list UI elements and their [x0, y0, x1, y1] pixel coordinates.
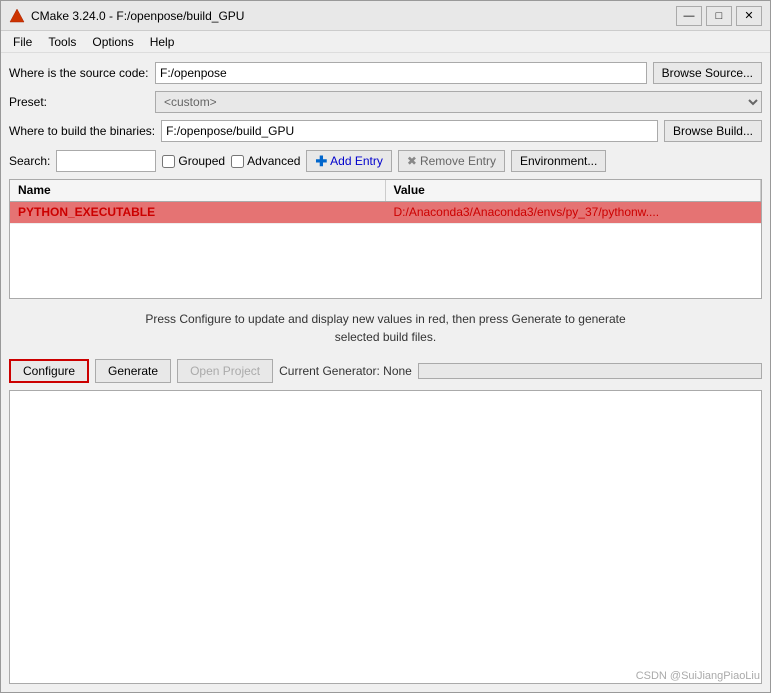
- add-plus-icon: ✚: [315, 153, 327, 170]
- advanced-checkbox[interactable]: [231, 155, 244, 168]
- maximize-button[interactable]: □: [706, 6, 732, 26]
- minimize-button[interactable]: —: [676, 6, 702, 26]
- build-label: Where to build the binaries:: [9, 124, 155, 138]
- content-area: Where is the source code: Browse Source.…: [1, 53, 770, 692]
- output-area[interactable]: [9, 390, 762, 684]
- window-content: Where is the source code: Browse Source.…: [1, 53, 770, 692]
- close-button[interactable]: ✕: [736, 6, 762, 26]
- add-entry-label: Add Entry: [330, 154, 383, 168]
- table-row[interactable]: PYTHON_EXECUTABLE D:/Anaconda3/Anaconda3…: [10, 202, 761, 224]
- advanced-label: Advanced: [247, 154, 300, 168]
- app-icon: [9, 8, 25, 24]
- bottom-toolbar: Configure Generate Open Project Current …: [9, 357, 762, 385]
- table-header: Name Value: [10, 180, 761, 202]
- menu-file[interactable]: File: [5, 33, 40, 51]
- preset-select-wrapper: <custom>: [155, 91, 762, 113]
- menu-help[interactable]: Help: [142, 33, 183, 51]
- build-input[interactable]: [161, 120, 658, 142]
- open-project-button[interactable]: Open Project: [177, 359, 273, 383]
- window-controls: — □ ✕: [676, 6, 762, 26]
- search-label: Search:: [9, 154, 50, 168]
- generate-button[interactable]: Generate: [95, 359, 171, 383]
- title-bar: CMake 3.24.0 - F:/openpose/build_GPU — □…: [1, 1, 770, 31]
- preset-row: Preset: <custom>: [9, 90, 762, 114]
- entries-table: Name Value PYTHON_EXECUTABLE D:/Anaconda…: [9, 179, 762, 299]
- configure-button[interactable]: Configure: [9, 359, 89, 383]
- source-row: Where is the source code: Browse Source.…: [9, 61, 762, 85]
- environment-button[interactable]: Environment...: [511, 150, 606, 172]
- toolbar-row: Search: Grouped Advanced ✚ Add Entry ✖ R…: [9, 148, 762, 174]
- source-label: Where is the source code:: [9, 66, 149, 80]
- remove-entry-label: Remove Entry: [420, 154, 496, 168]
- build-row: Where to build the binaries: Browse Buil…: [9, 119, 762, 143]
- browse-source-button[interactable]: Browse Source...: [653, 62, 762, 84]
- header-value: Value: [386, 180, 762, 201]
- generator-label: Current Generator: None: [279, 364, 412, 378]
- source-input[interactable]: [155, 62, 647, 84]
- window-title: CMake 3.24.0 - F:/openpose/build_GPU: [31, 9, 676, 23]
- watermark: CSDN @SuiJiangPiaoLiu: [636, 670, 760, 682]
- main-window: CMake 3.24.0 - F:/openpose/build_GPU — □…: [0, 0, 771, 693]
- advanced-checkbox-label[interactable]: Advanced: [231, 154, 300, 168]
- menu-options[interactable]: Options: [84, 33, 141, 51]
- remove-entry-button[interactable]: ✖ Remove Entry: [398, 150, 505, 172]
- preset-label: Preset:: [9, 95, 149, 109]
- grouped-checkbox[interactable]: [162, 155, 175, 168]
- cell-value: D:/Anaconda3/Anaconda3/envs/py_37/python…: [386, 202, 762, 223]
- search-input[interactable]: [56, 150, 156, 172]
- add-entry-button[interactable]: ✚ Add Entry: [306, 150, 391, 172]
- grouped-checkbox-label[interactable]: Grouped: [162, 154, 225, 168]
- header-name: Name: [10, 180, 386, 201]
- status-text: Press Configure to update and display ne…: [9, 304, 762, 352]
- menu-bar: File Tools Options Help: [1, 31, 770, 53]
- browse-build-button[interactable]: Browse Build...: [664, 120, 762, 142]
- cell-name: PYTHON_EXECUTABLE: [10, 202, 386, 223]
- menu-tools[interactable]: Tools: [40, 33, 84, 51]
- remove-x-icon: ✖: [407, 154, 417, 168]
- preset-select[interactable]: <custom>: [155, 91, 762, 113]
- table-body: PYTHON_EXECUTABLE D:/Anaconda3/Anaconda3…: [10, 202, 761, 298]
- grouped-label: Grouped: [178, 154, 225, 168]
- progress-bar: [418, 363, 762, 379]
